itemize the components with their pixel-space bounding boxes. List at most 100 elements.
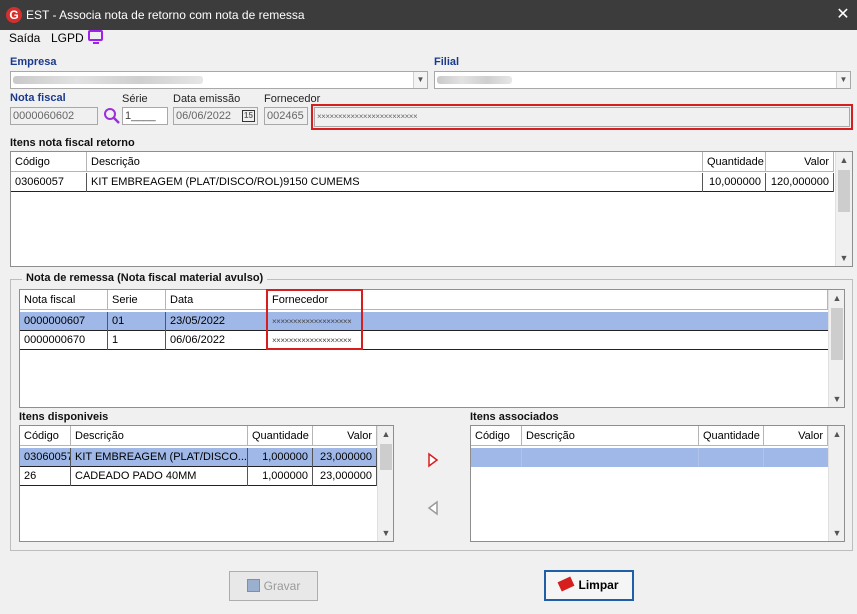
chevron-up-icon[interactable]: ▲ (829, 426, 844, 442)
chevron-up-icon[interactable]: ▲ (378, 426, 393, 442)
table-cell (764, 448, 828, 467)
table-row[interactable]: 03060057 KIT EMBREAGEM (PLAT/DISCO/ROL)9… (11, 173, 834, 192)
table-row[interactable]: 0000000607 01 23/05/2022 ×××××××××××××××… (20, 312, 828, 331)
move-right-arrow-icon[interactable] (426, 452, 440, 468)
empresa-combo[interactable]: ▼ (10, 71, 428, 89)
associados-header: Código Descrição Quantidade Valor (471, 426, 828, 446)
table-row[interactable]: 03060057 KIT EMBREAGEM (PLAT/DISCO... 1,… (20, 448, 377, 467)
fornecedor-name-input[interactable]: ×××××××××××××××××××××××× (314, 107, 850, 127)
fornecedor-column-highlight (266, 289, 363, 350)
filial-redacted (437, 76, 512, 84)
itens-retorno-header: Código Descrição Quantidade Valor (11, 152, 834, 172)
associados-grid[interactable]: Código Descrição Quantidade Valor ▲ ▼ (470, 425, 845, 542)
remessa-title: Nota de remessa (Nota fiscal material av… (22, 272, 268, 284)
data-emissao-label: Data emissão (173, 93, 241, 105)
table-row[interactable] (471, 448, 828, 467)
remessa-scrollbar[interactable]: ▲ ▼ (828, 290, 844, 407)
serie-input[interactable]: 1____ (122, 107, 168, 125)
filial-label: Filial (434, 56, 460, 68)
table-cell: 06/06/2022 (166, 331, 268, 350)
itens-retorno-title: Itens nota fiscal retorno (10, 137, 135, 149)
table-cell (471, 448, 522, 467)
empresa-redacted (13, 76, 203, 84)
search-icon[interactable] (103, 107, 121, 125)
disponiveis-scrollbar[interactable]: ▲ ▼ (377, 426, 393, 541)
column-header[interactable]: Data (166, 290, 268, 310)
column-header[interactable]: Quantidade (703, 152, 766, 172)
column-header[interactable]: Valor (313, 426, 377, 446)
menu-item-saida[interactable]: Saída (9, 31, 40, 45)
table-cell: 0000000670 (20, 331, 108, 350)
table-cell: KIT EMBREAGEM (PLAT/DISCO... (71, 448, 248, 467)
column-header[interactable]: Nota fiscal (20, 290, 108, 310)
chevron-up-icon[interactable]: ▲ (836, 152, 852, 168)
column-header[interactable]: Serie (108, 290, 166, 310)
disponiveis-title: Itens disponiveis (19, 411, 109, 423)
disponiveis-grid[interactable]: Código Descrição Quantidade Valor 030600… (19, 425, 394, 542)
menu-item-lgpd[interactable]: LGPD (51, 31, 84, 45)
window-title: EST - Associa nota de retorno com nota d… (26, 8, 305, 22)
chevron-up-icon[interactable]: ▲ (829, 290, 844, 306)
itens-retorno-grid[interactable]: Código Descrição Quantidade Valor 030600… (10, 151, 853, 267)
monitor-icon[interactable] (88, 30, 103, 44)
fornecedor-code-input[interactable]: 002465 (264, 107, 308, 125)
table-cell: 23,000000 (313, 467, 377, 486)
column-header[interactable]: Código (471, 426, 522, 446)
table-row[interactable]: 26 CADEADO PADO 40MM 1,000000 23,000000 (20, 467, 377, 486)
table-cell (699, 448, 764, 467)
chevron-down-icon[interactable]: ▼ (836, 250, 852, 266)
app-logo-icon: G (6, 7, 22, 23)
chevron-down-icon[interactable]: ▼ (413, 72, 427, 88)
move-left-arrow-icon[interactable] (426, 500, 440, 516)
filial-combo[interactable]: ▼ (434, 71, 851, 89)
serie-label: Série (122, 93, 148, 105)
column-header[interactable]: Quantidade (248, 426, 313, 446)
itens-retorno-scrollbar[interactable]: ▲ ▼ (835, 152, 852, 266)
table-cell: 26 (20, 467, 71, 486)
remessa-header: Nota fiscal Serie Data Fornecedor (20, 290, 828, 310)
column-header[interactable]: Descrição (522, 426, 699, 446)
column-header[interactable]: Código (11, 152, 87, 172)
table-cell: CADEADO PADO 40MM (71, 467, 248, 486)
limpar-button[interactable]: Limpar (544, 570, 634, 601)
table-cell: 23/05/2022 (166, 312, 268, 331)
data-emissao-value: 06/06/2022 (176, 110, 232, 122)
column-header[interactable]: Descrição (87, 152, 703, 172)
data-emissao-input[interactable]: 06/06/2022 15 (173, 107, 258, 125)
column-header[interactable]: Código (20, 426, 71, 446)
nota-fiscal-input[interactable]: 0000060602 (10, 107, 98, 125)
scroll-thumb[interactable] (838, 170, 850, 212)
table-cell: 1,000000 (248, 448, 313, 467)
table-cell (522, 448, 699, 467)
gravar-button[interactable]: Gravar (229, 571, 318, 601)
column-header[interactable]: Descrição (71, 426, 248, 446)
associados-title: Itens associados (470, 411, 559, 423)
associados-scrollbar[interactable]: ▲ ▼ (828, 426, 844, 541)
table-cell: 10,000000 (703, 173, 766, 192)
column-header[interactable]: Quantidade (699, 426, 764, 446)
gravar-label: Gravar (263, 579, 301, 593)
scroll-thumb[interactable] (831, 308, 843, 360)
empresa-label: Empresa (10, 56, 57, 68)
fornecedor-highlight-box: ×××××××××××××××××××××××× (311, 104, 853, 130)
column-header[interactable]: Valor (766, 152, 834, 172)
table-cell: 1 (108, 331, 166, 350)
nota-fiscal-label: Nota fiscal (10, 92, 66, 104)
save-icon (246, 579, 260, 592)
table-cell: KIT EMBREAGEM (PLAT/DISCO/ROL)9150 CUMEM… (87, 173, 703, 192)
chevron-down-icon[interactable]: ▼ (836, 72, 850, 88)
scroll-thumb[interactable] (380, 444, 392, 470)
table-cell: 03060057 (20, 448, 71, 467)
disponiveis-header: Código Descrição Quantidade Valor (20, 426, 377, 446)
table-cell: 1,000000 (248, 467, 313, 486)
calendar-icon[interactable]: 15 (242, 110, 255, 122)
chevron-down-icon[interactable]: ▼ (829, 525, 844, 541)
remessa-grid[interactable]: Nota fiscal Serie Data Fornecedor 000000… (19, 289, 845, 408)
column-header[interactable]: Valor (764, 426, 828, 446)
chevron-down-icon[interactable]: ▼ (378, 525, 393, 541)
menu-bar: Saída LGPD (0, 30, 857, 46)
table-row[interactable]: 0000000670 1 06/06/2022 ××××××××××××××××… (20, 331, 828, 350)
close-icon[interactable]: ✕ (832, 3, 854, 27)
chevron-down-icon[interactable]: ▼ (829, 391, 844, 407)
limpar-label: Limpar (578, 578, 619, 592)
